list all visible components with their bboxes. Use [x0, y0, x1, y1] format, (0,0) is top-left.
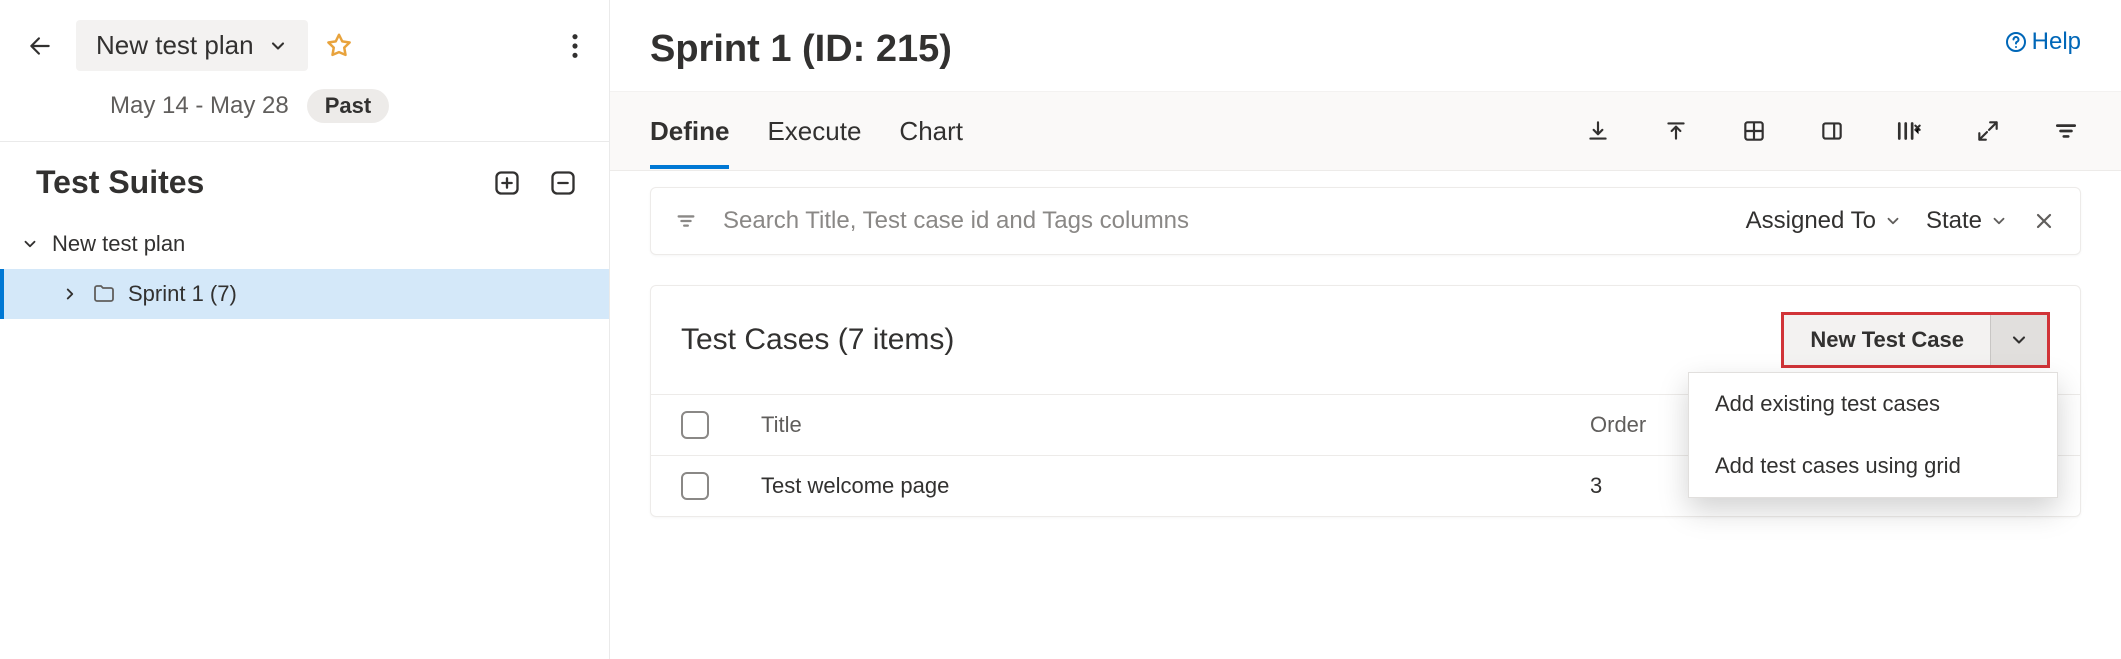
grid-icon	[1741, 118, 1767, 144]
tab-execute[interactable]: Execute	[767, 96, 861, 167]
suites-title: Test Suites	[36, 164, 469, 201]
expand-icon	[1975, 118, 2001, 144]
chevron-down-icon	[268, 36, 288, 56]
column-title[interactable]: Title	[761, 412, 1590, 438]
main-header: Sprint 1 (ID: 215) Help	[610, 0, 2121, 71]
help-circle-icon	[2004, 30, 2028, 54]
iteration-date-row: May 14 - May 28 Past	[20, 71, 589, 141]
minus-square-icon	[549, 169, 577, 197]
pane-icon	[1819, 118, 1845, 144]
plus-square-icon	[493, 169, 521, 197]
menu-add-existing[interactable]: Add existing test cases	[1689, 373, 2057, 435]
back-button[interactable]	[20, 26, 60, 66]
test-plan-selector[interactable]: New test plan	[76, 20, 308, 71]
tabs: Define Execute Chart	[650, 96, 963, 167]
download-icon	[1585, 118, 1611, 144]
tab-chart[interactable]: Chart	[899, 96, 963, 167]
export-button[interactable]	[1583, 116, 1613, 146]
fullscreen-button[interactable]	[1973, 116, 2003, 146]
grid-view-button[interactable]	[1739, 116, 1769, 146]
more-options-button[interactable]	[561, 32, 589, 60]
menu-add-grid[interactable]: Add test cases using grid	[1689, 435, 2057, 497]
columns-icon	[1895, 118, 1925, 144]
row-title: Test welcome page	[761, 473, 1590, 499]
main-content: Sprint 1 (ID: 215) Help Define Execute C…	[610, 0, 2121, 659]
chevron-down-icon	[1884, 212, 1902, 230]
columns-button[interactable]	[1895, 116, 1925, 146]
iteration-date-range: May 14 - May 28	[110, 92, 289, 120]
toolbar	[1583, 116, 2081, 146]
help-label: Help	[2032, 28, 2081, 56]
import-button[interactable]	[1661, 116, 1691, 146]
suites-header: Test Suites	[0, 142, 609, 215]
chevron-down-icon	[2009, 330, 2029, 350]
clear-filters-button[interactable]	[2032, 209, 2056, 233]
chevron-down-icon	[20, 235, 40, 253]
favorite-star-icon[interactable]	[324, 31, 354, 61]
select-all-checkbox[interactable]	[681, 411, 709, 439]
folder-icon	[92, 282, 116, 306]
chevron-down-icon	[1990, 212, 2008, 230]
filter-bar: Assigned To State	[650, 187, 2081, 255]
suite-tree: New test plan Sprint 1 (7)	[0, 215, 609, 319]
tree-root-node[interactable]: New test plan	[0, 219, 609, 269]
search-input[interactable]	[721, 206, 1722, 236]
tree-root-label: New test plan	[52, 231, 185, 257]
filter-toggle-button[interactable]	[2051, 116, 2081, 146]
pane-toggle-button[interactable]	[1817, 116, 1847, 146]
new-test-case-dropdown-toggle[interactable]	[1991, 315, 2047, 365]
tab-strip: Define Execute Chart	[610, 91, 2121, 171]
filter-lines-icon	[675, 210, 697, 232]
new-test-case-menu: Add existing test cases Add test cases u…	[1688, 372, 2058, 498]
state-label: State	[1926, 207, 1982, 235]
assigned-to-label: Assigned To	[1746, 207, 1876, 235]
filter-icon	[2053, 118, 2079, 144]
kebab-icon	[571, 32, 579, 60]
upload-icon	[1663, 118, 1689, 144]
collapse-suite-button[interactable]	[545, 165, 581, 201]
test-cases-card: Test Cases (7 items) New Test Case Add e…	[650, 285, 2081, 517]
tab-define[interactable]: Define	[650, 96, 729, 167]
test-plan-name: New test plan	[96, 30, 254, 61]
new-test-case-label: New Test Case	[1784, 315, 1991, 365]
row-checkbox[interactable]	[681, 472, 709, 500]
sidebar-top: New test plan May 14 - May 28 Past	[0, 0, 609, 142]
state-filter[interactable]: State	[1926, 207, 2008, 235]
add-suite-button[interactable]	[489, 165, 525, 201]
plan-header-row: New test plan	[20, 20, 589, 71]
assigned-to-filter[interactable]: Assigned To	[1746, 207, 1902, 235]
test-cases-title: Test Cases (7 items)	[681, 323, 1781, 357]
page-title: Sprint 1 (ID: 215)	[650, 28, 2004, 71]
sidebar: New test plan May 14 - May 28 Past Test …	[0, 0, 610, 659]
arrow-left-icon	[27, 33, 53, 59]
tree-child-node[interactable]: Sprint 1 (7)	[0, 269, 609, 319]
chevron-right-icon	[60, 285, 80, 303]
new-test-case-split-button[interactable]: New Test Case	[1781, 312, 2050, 368]
tree-child-label: Sprint 1 (7)	[128, 281, 237, 307]
iteration-status-badge: Past	[307, 89, 389, 123]
close-icon	[2032, 209, 2056, 233]
help-link[interactable]: Help	[2004, 28, 2081, 56]
